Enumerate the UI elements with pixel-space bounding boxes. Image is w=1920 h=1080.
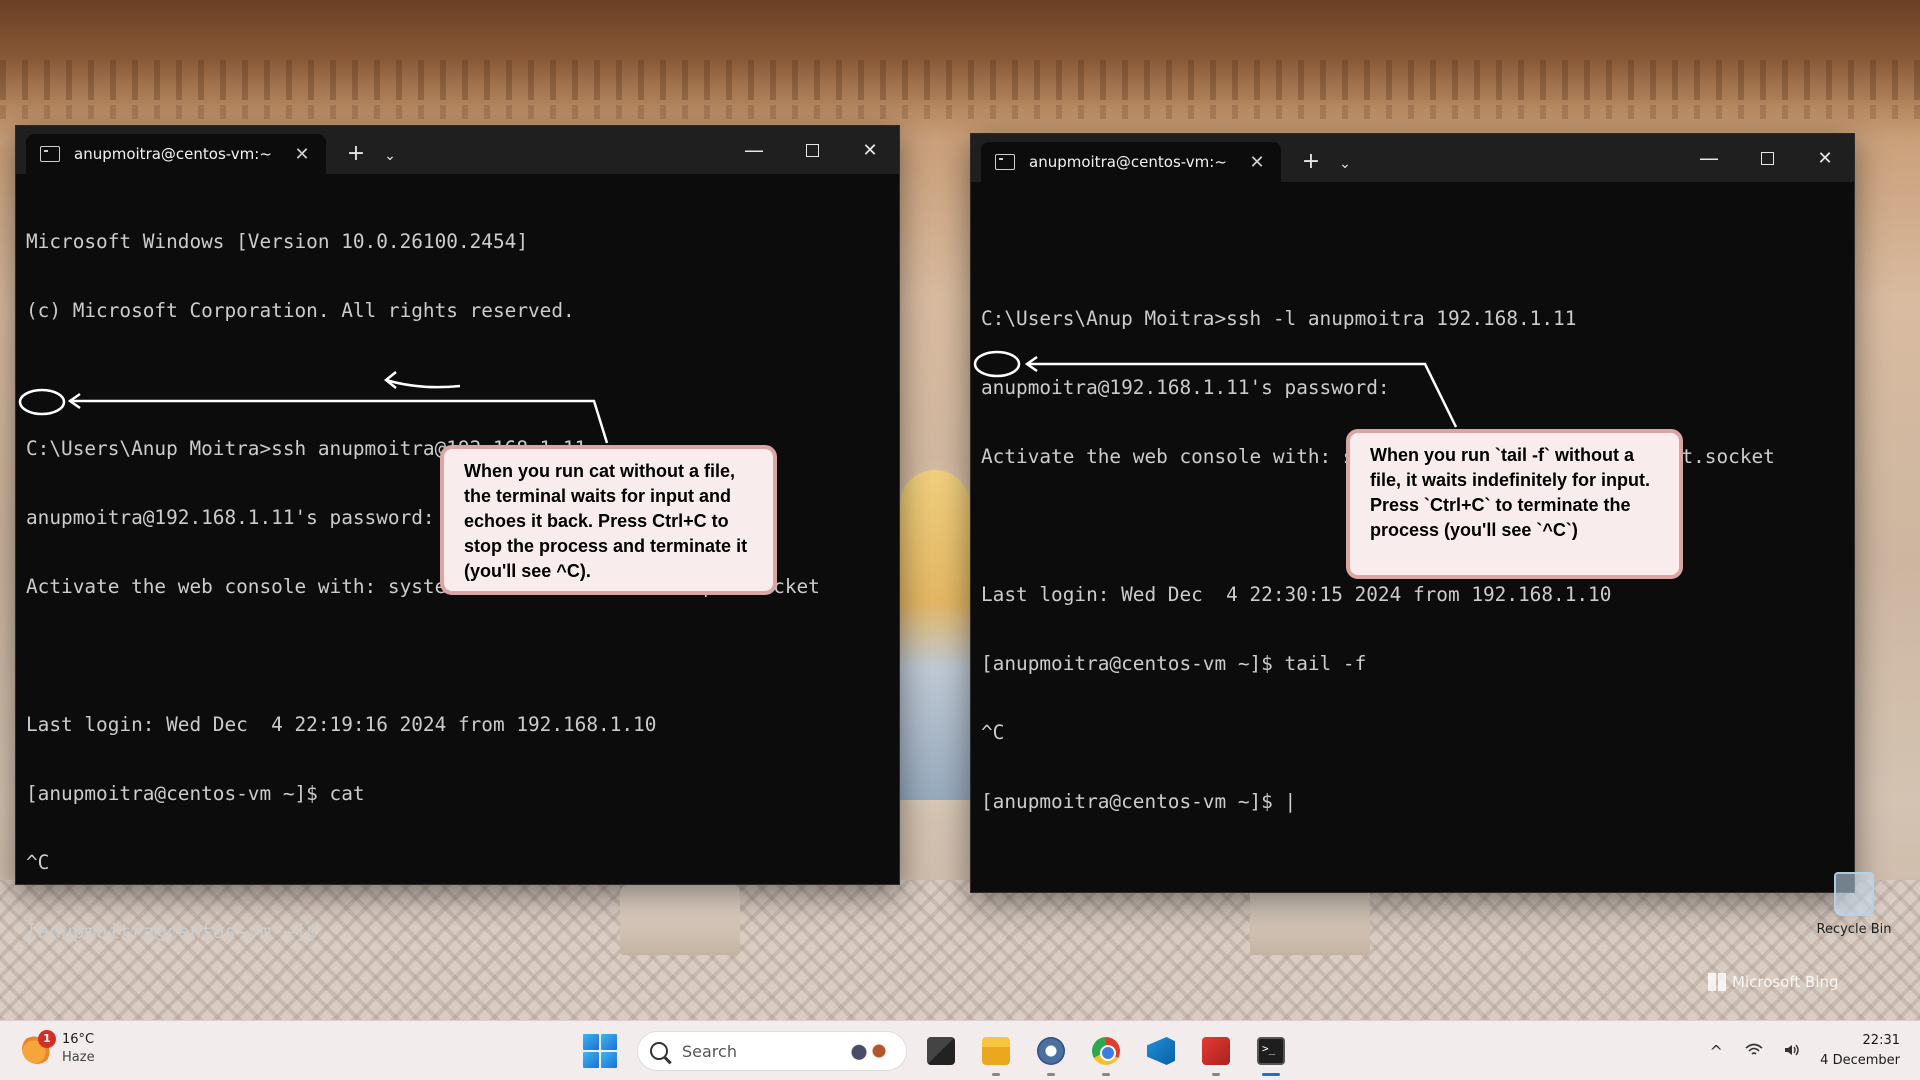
weather-temperature: 16°C: [62, 1032, 95, 1047]
volume-icon[interactable]: [1782, 1042, 1802, 1061]
taskbar: 1 16°C Haze Search ^ 22:31: [0, 1020, 1920, 1080]
weather-condition: Haze: [62, 1050, 95, 1065]
minimize-button[interactable]: —: [725, 126, 783, 174]
weather-widget[interactable]: 1 16°C Haze: [22, 1030, 95, 1067]
terminal-tab[interactable]: anupmoitra@centos-vm:~ ✕: [26, 134, 326, 174]
terminal-line: [anupmoitra@centos-vm ~]$ |: [981, 790, 1297, 813]
terminal-line: [anupmoitra@centos-vm ~]$ cat: [26, 782, 365, 805]
recycle-bin-label: Recycle Bin: [1816, 922, 1892, 937]
settings-icon: [1037, 1037, 1065, 1065]
title-bar[interactable]: anupmoitra@centos-vm:~ ✕ + ⌄ — ✕: [16, 126, 899, 174]
terminal-line: Microsoft Windows [Version 10.0.26100.24…: [26, 230, 528, 253]
start-button[interactable]: [583, 1034, 617, 1068]
terminal-line: Last login: Wed Dec 4 22:30:15 2024 from…: [981, 583, 1612, 606]
maximize-icon: [1760, 151, 1774, 165]
clock[interactable]: 22:31 4 December: [1820, 1031, 1900, 1071]
search-highlight-icon: [844, 1038, 894, 1064]
search-icon: [650, 1042, 668, 1060]
chevron-down-icon[interactable]: ⌄: [380, 148, 400, 164]
bing-watermark: Microsoft Bing: [1708, 973, 1839, 991]
terminal-taskbar-button[interactable]: [1250, 1030, 1292, 1076]
settings-button[interactable]: [1030, 1030, 1072, 1076]
new-tab-button[interactable]: +: [1299, 149, 1323, 174]
task-view-button[interactable]: [920, 1030, 962, 1072]
recycle-bin[interactable]: Recycle Bin: [1812, 872, 1896, 937]
close-tab-icon[interactable]: ✕: [292, 144, 312, 165]
clock-date: 4 December: [1820, 1053, 1900, 1068]
terminal-line: Last login: Wed Dec 4 22:19:16 2024 from…: [26, 713, 657, 736]
system-tray: ^ 22:31 4 December: [1706, 1027, 1900, 1075]
wallpaper-frieze: [0, 60, 1920, 100]
wallpaper-pillar: [1250, 885, 1370, 955]
terminal-line: anupmoitra@192.168.1.11's password:: [981, 376, 1390, 399]
terminal-line: ^C: [981, 721, 1005, 744]
terminal-line: C:\Users\Anup Moitra>ssh -l anupmoitra 1…: [981, 307, 1577, 330]
maximize-icon: [805, 143, 819, 157]
callout-tail: When you run `tail -f` without a file, i…: [1346, 429, 1683, 579]
terminal-line: ^C: [26, 851, 50, 874]
title-bar[interactable]: anupmoitra@centos-vm:~ ✕ + ⌄ — ✕: [971, 134, 1854, 182]
search-placeholder: Search: [682, 1041, 737, 1061]
search-box[interactable]: Search: [637, 1031, 907, 1071]
tab-title: anupmoitra@centos-vm:~: [1029, 153, 1227, 171]
chevron-down-icon[interactable]: ⌄: [1335, 156, 1355, 172]
app-button[interactable]: [1195, 1030, 1237, 1076]
callout-cat: When you run cat without a file, the ter…: [440, 445, 777, 595]
file-explorer-icon: [982, 1037, 1010, 1065]
terminal-line: [anupmoitra@centos-vm ~]$: [26, 920, 318, 943]
vscode-button[interactable]: [1140, 1030, 1182, 1072]
tab-title: anupmoitra@centos-vm:~: [74, 145, 272, 163]
microsoft-logo-icon: [1708, 973, 1726, 991]
notification-badge: 1: [38, 1030, 56, 1048]
file-explorer-button[interactable]: [975, 1030, 1017, 1076]
maximize-button[interactable]: [783, 126, 841, 174]
vscode-icon: [1147, 1037, 1175, 1065]
minimize-button[interactable]: —: [1680, 134, 1738, 182]
terminal-line: [anupmoitra@centos-vm ~]$ tail -f: [981, 652, 1367, 675]
show-hidden-icons-chevron-icon[interactable]: ^: [1706, 1042, 1726, 1061]
terminal-line: (c) Microsoft Corporation. All rights re…: [26, 299, 575, 322]
chrome-icon: [1092, 1037, 1120, 1065]
wifi-icon[interactable]: [1744, 1042, 1764, 1061]
terminal-icon: [1257, 1037, 1285, 1065]
terminal-tab[interactable]: anupmoitra@centos-vm:~ ✕: [981, 142, 1281, 182]
close-button[interactable]: ✕: [841, 126, 899, 174]
watermark-text: Microsoft Bing: [1732, 973, 1839, 991]
close-button[interactable]: ✕: [1796, 134, 1854, 182]
terminal-icon: [995, 154, 1015, 170]
clock-time: 22:31: [1862, 1033, 1900, 1048]
new-tab-button[interactable]: +: [344, 141, 368, 166]
wallpaper-frieze-lower: [0, 105, 1920, 119]
maximize-button[interactable]: [1738, 134, 1796, 182]
recycle-bin-icon: [1834, 872, 1874, 916]
terminal-icon: [40, 146, 60, 162]
wallpaper-arch: [900, 470, 970, 800]
task-view-icon: [927, 1037, 955, 1065]
taskbar-center: Search: [583, 1030, 1292, 1076]
close-tab-icon[interactable]: ✕: [1247, 152, 1267, 173]
weather-icon: 1: [22, 1030, 56, 1064]
app-icon: [1202, 1037, 1230, 1065]
chrome-button[interactable]: [1085, 1030, 1127, 1076]
